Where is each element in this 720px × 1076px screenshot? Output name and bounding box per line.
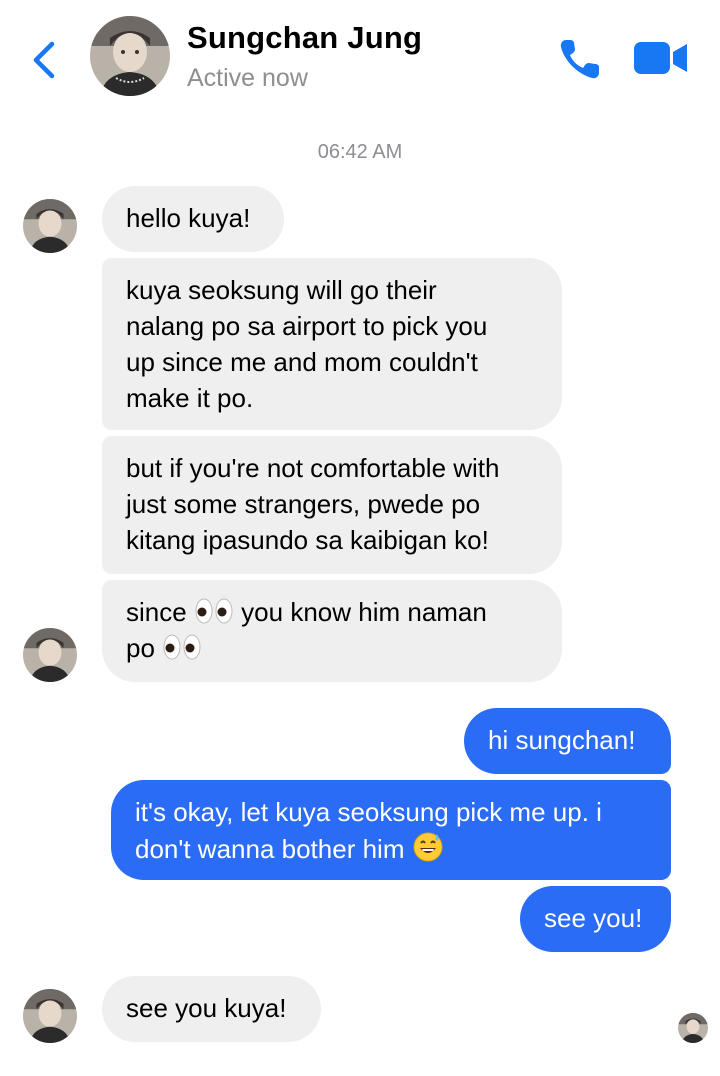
message-text: kitang ipasundo sa kaibigan ko! <box>126 525 489 555</box>
seen-receipt-avatar <box>678 1013 708 1043</box>
message-text: nalang po sa airport to pick you <box>126 311 488 341</box>
grinning-sweat-emoji-icon <box>413 832 443 862</box>
message-text: you know him naman <box>241 597 487 627</box>
active-status: Active now <box>187 64 308 92</box>
incoming-message[interactable]: since you know him naman po <box>102 580 562 682</box>
chat-header: Sungchan Jung Active now <box>0 0 720 120</box>
message-line: po <box>126 630 538 666</box>
chevron-left-icon[interactable] <box>28 38 64 82</box>
contact-avatar-small[interactable] <box>23 199 77 253</box>
incoming-message[interactable]: kuya seoksung will go their nalang po sa… <box>102 258 562 430</box>
message-text: hi sungchan! <box>488 725 636 755</box>
message-text: just some strangers, pwede po <box>126 489 481 519</box>
incoming-message[interactable]: but if you're not comfortable with just … <box>102 436 562 574</box>
message-line: since you know him naman <box>126 594 538 630</box>
eyes-emoji-icon <box>163 634 201 660</box>
contact-avatar-small[interactable] <box>23 628 77 682</box>
message-text: po <box>126 633 155 663</box>
message-text: kuya seoksung will go their <box>126 275 437 305</box>
outgoing-message[interactable]: it's okay, let kuya seoksung pick me up.… <box>111 780 671 880</box>
outgoing-message[interactable]: see you! <box>520 886 671 952</box>
message-text: but if you're not comfortable with <box>126 453 500 483</box>
message-text: see you kuya! <box>126 993 287 1023</box>
contact-avatar[interactable] <box>90 16 170 96</box>
message-text: it's okay, let kuya seoksung pick me up.… <box>135 797 602 827</box>
contact-avatar-small[interactable] <box>23 989 77 1043</box>
message-text: make it po. <box>126 383 254 413</box>
message-text: hello kuya! <box>126 203 251 233</box>
incoming-message[interactable]: see you kuya! <box>102 976 321 1042</box>
message-text: up since me and mom couldn't <box>126 347 478 377</box>
phone-icon[interactable] <box>557 36 603 82</box>
incoming-message[interactable]: hello kuya! <box>102 186 284 252</box>
message-line: don't wanna bother him <box>135 830 647 867</box>
contact-name: Sungchan Jung <box>187 20 423 55</box>
eyes-emoji-icon <box>195 598 233 624</box>
video-camera-icon[interactable] <box>632 38 690 78</box>
message-text: since <box>126 597 187 627</box>
message-text: don't wanna bother him <box>135 834 405 864</box>
message-text: see you! <box>544 903 643 933</box>
outgoing-message[interactable]: hi sungchan! <box>464 708 671 774</box>
message-timestamp: 06:42 AM <box>317 141 403 163</box>
